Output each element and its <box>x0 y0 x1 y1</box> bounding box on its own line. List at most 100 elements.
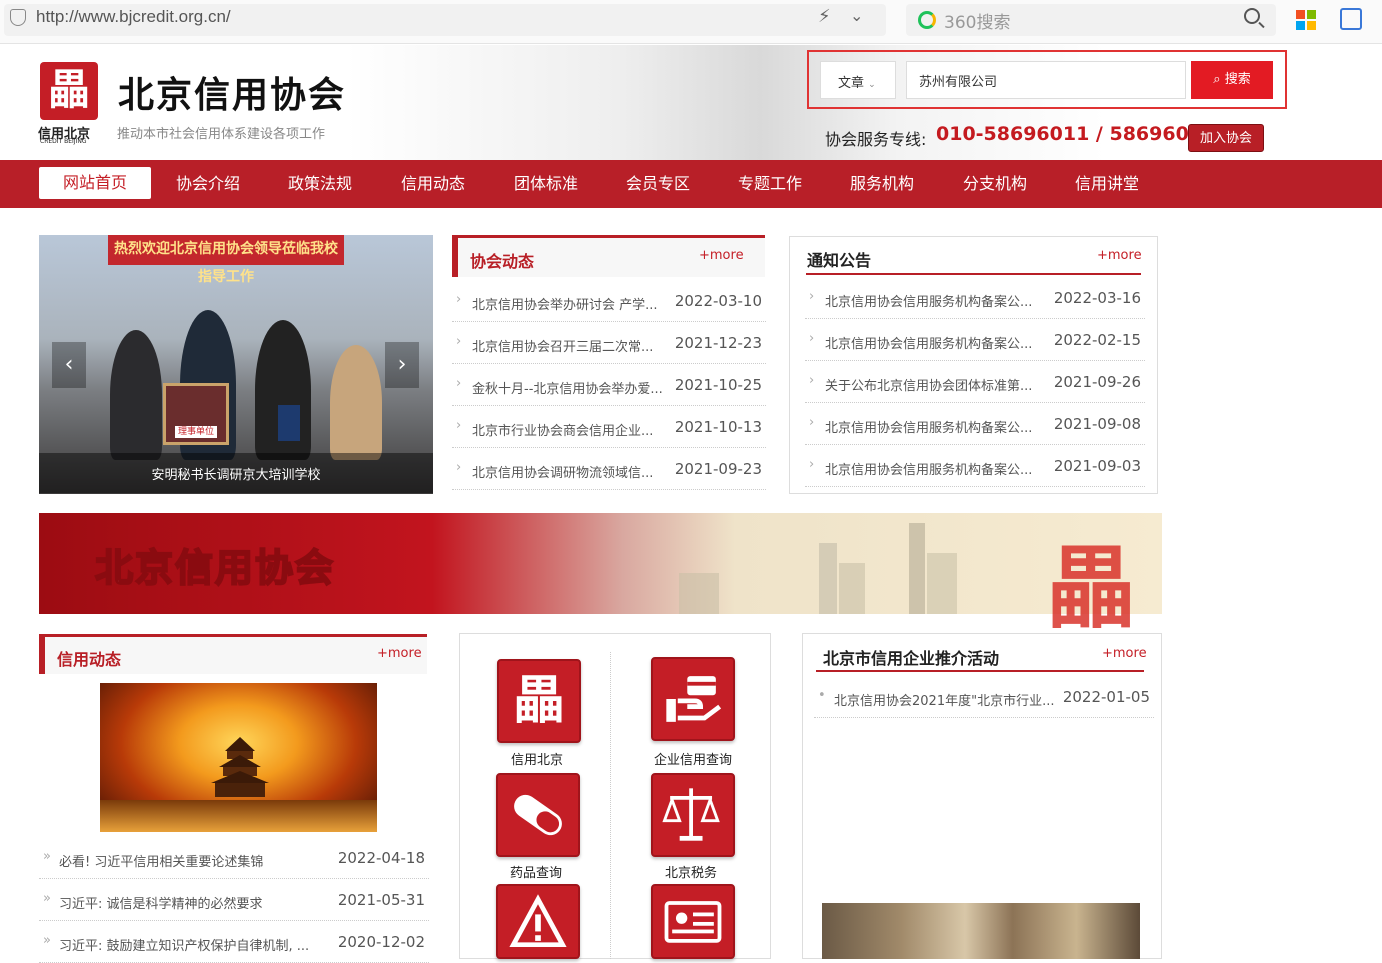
news-title[interactable]: 北京信用协会信用服务机构备案公... <box>825 459 1039 478</box>
news-title[interactable]: 北京信用协会信用服务机构备案公... <box>825 291 1039 310</box>
quick-link-label[interactable]: 企业信用查询 <box>633 749 753 768</box>
shield-icon[interactable] <box>10 9 26 26</box>
notices-title[interactable]: 通知公告 <box>807 247 871 271</box>
search-type-select[interactable]: 文章 ⌄ <box>820 61 896 99</box>
nav-branches[interactable]: 分支机构 <box>939 160 1051 208</box>
id-card-tile[interactable] <box>651 884 735 959</box>
enterprise-credit-tile[interactable] <box>651 657 735 741</box>
chevron-down-icon[interactable]: ⌄ <box>850 6 863 25</box>
credit-beijing-tile[interactable]: 畾 <box>497 659 581 743</box>
news-date: 2021-09-26 <box>1053 373 1141 391</box>
assoc-news-title[interactable]: 协会动态 <box>470 248 534 272</box>
news-row[interactable]: › 北京信用协会信用服务机构备案公... 2022-02-15 <box>805 319 1145 361</box>
logo-icon[interactable]: 畾 <box>40 62 98 120</box>
news-row[interactable]: › 北京信用协会信用服务机构备案公... 2021-09-03 <box>805 445 1145 487</box>
id-card-icon <box>664 901 722 943</box>
browser-search-placeholder[interactable]: 360搜索 <box>944 8 1010 33</box>
chevron-right-icon: • <box>818 688 826 703</box>
news-date: 2021-10-25 <box>674 376 762 394</box>
nav-service[interactable]: 服务机构 <box>826 160 938 208</box>
news-row[interactable]: » 习近平: 诚信是科学精神的必然要求 2021-05-31 <box>39 879 429 921</box>
news-row[interactable]: › 北京信用协会信用服务机构备案公... 2022-03-16 <box>805 277 1145 319</box>
news-title[interactable]: 北京信用协会2021年度"北京市行业... <box>834 690 1056 709</box>
news-date: 2022-02-15 <box>1053 331 1141 349</box>
news-row[interactable]: › 北京信用协会调研物流领域信... 2021-09-23 <box>452 448 766 490</box>
news-date: 2021-05-31 <box>337 891 425 909</box>
news-title[interactable]: 关于公布北京信用协会团体标准第... <box>825 375 1039 394</box>
apps-icon[interactable] <box>1296 10 1316 30</box>
search-icon[interactable] <box>1244 8 1260 24</box>
360-logo-icon <box>918 11 936 29</box>
news-row[interactable]: » 习近平: 鼓励建立知识产权保护自律机制, ... 2020-12-02 <box>39 921 429 963</box>
quick-link-label[interactable]: 北京税务 <box>631 862 751 881</box>
hotline-label: 协会服务专线: <box>825 130 927 149</box>
beijing-tax-tile[interactable] <box>651 773 735 857</box>
notices-list: › 北京信用协会信用服务机构备案公... 2022-03-16 › 北京信用协会信用服务… <box>805 277 1145 487</box>
news-title[interactable]: 北京信用协会调研物流领域信... <box>472 462 668 481</box>
credit-news-more[interactable]: +more <box>377 646 422 661</box>
news-title[interactable]: 北京市行业协会商会信用企业... <box>472 420 668 439</box>
news-title[interactable]: 北京信用协会举办研讨会 产学... <box>472 294 668 313</box>
site-title[interactable]: 北京信用协会 <box>118 66 346 118</box>
nav-about[interactable]: 协会介绍 <box>152 160 264 208</box>
site-search-input[interactable] <box>906 61 1186 99</box>
chevron-right-icon: » <box>43 891 51 906</box>
nav-credit-news[interactable]: 信用动态 <box>377 160 489 208</box>
news-row[interactable]: › 北京信用协会信用服务机构备案公... 2021-09-08 <box>805 403 1145 445</box>
lightning-icon[interactable]: ⚡ <box>818 6 831 27</box>
news-title[interactable]: 北京信用协会召开三届二次常... <box>472 336 668 355</box>
chevron-right-icon: › <box>456 418 462 433</box>
nav-lectures[interactable]: 信用讲堂 <box>1051 160 1163 208</box>
join-button[interactable]: 加入协会 <box>1188 124 1264 152</box>
url-text[interactable]: http://www.bjcredit.org.cn/ <box>36 7 231 27</box>
news-title[interactable]: 习近平: 诚信是科学精神的必然要求 <box>59 893 319 912</box>
credit-news-list: » 必看! 习近平信用相关重要论述集锦 2022-04-18 » 习近平: 诚信是科学精… <box>39 837 429 963</box>
chevron-right-icon: › <box>809 331 815 346</box>
chevron-right-icon: › <box>456 334 462 349</box>
news-row[interactable]: › 北京信用协会举办研讨会 产学... 2022-03-10 <box>452 280 766 322</box>
qr-code-icon[interactable] <box>1340 8 1362 30</box>
news-title[interactable]: 北京信用协会信用服务机构备案公... <box>825 417 1039 436</box>
news-row[interactable]: » 必看! 习近平信用相关重要论述集锦 2022-04-18 <box>39 837 429 879</box>
nav-standards[interactable]: 团体标准 <box>490 160 602 208</box>
quick-link-label[interactable]: 信用北京 <box>477 749 597 768</box>
building-image[interactable] <box>822 903 1140 959</box>
assoc-news-more[interactable]: +more <box>699 248 744 263</box>
news-date: 2021-09-23 <box>674 460 762 478</box>
drug-query-tile[interactable] <box>496 773 580 857</box>
recommend-underline <box>816 670 1144 672</box>
search-button[interactable]: ⌕ 搜索 <box>1191 61 1273 99</box>
slide-banner: 热烈欢迎北京信用协会领导莅临我校指导工作 <box>108 235 344 285</box>
chevron-right-icon: › <box>456 460 462 475</box>
nav-members[interactable]: 会员专区 <box>602 160 714 208</box>
news-row[interactable]: › 北京信用协会召开三届二次常... 2021-12-23 <box>452 322 766 364</box>
notices-more[interactable]: +more <box>1097 248 1142 263</box>
news-title[interactable]: 必看! 习近平信用相关重要论述集锦 <box>59 851 319 870</box>
news-title[interactable]: 金秋十月--北京信用协会举办爱... <box>472 378 668 397</box>
terrace <box>100 800 377 832</box>
quick-link-label[interactable]: 药品查询 <box>476 862 596 881</box>
warning-tile[interactable] <box>496 884 580 959</box>
news-date: 2022-01-05 <box>1062 688 1150 706</box>
nav-home[interactable]: 网站首页 <box>39 167 151 199</box>
slide-prev-button[interactable]: ‹ <box>52 342 86 388</box>
temple-silhouette <box>211 737 269 797</box>
credit-news-title[interactable]: 信用动态 <box>57 646 121 670</box>
news-row[interactable]: › 北京市行业协会商会信用企业... 2021-10-13 <box>452 406 766 448</box>
banner-title: 北京信用协会 <box>94 545 336 591</box>
person-figure <box>330 345 382 460</box>
recommend-more[interactable]: +more <box>1102 646 1147 661</box>
news-row[interactable]: • 北京信用协会2021年度"北京市行业... 2022-01-05 <box>814 676 1154 718</box>
nav-special[interactable]: 专题工作 <box>714 160 826 208</box>
news-date: 2022-03-10 <box>674 292 762 310</box>
news-row[interactable]: › 关于公布北京信用协会团体标准第... 2021-09-26 <box>805 361 1145 403</box>
slide-next-button[interactable]: › <box>385 342 419 388</box>
search-icon: ⌕ <box>1213 72 1225 87</box>
news-title[interactable]: 习近平: 鼓励建立知识产权保护自律机制, ... <box>59 935 319 954</box>
slide-caption[interactable]: 安明秘书长调研京大培训学校 <box>39 464 433 483</box>
news-row[interactable]: › 金秋十月--北京信用协会举办爱... 2021-10-25 <box>452 364 766 406</box>
news-title[interactable]: 北京信用协会信用服务机构备案公... <box>825 333 1039 352</box>
divider <box>610 652 611 959</box>
nav-policy[interactable]: 政策法规 <box>264 160 376 208</box>
recommend-title[interactable]: 北京市信用企业推介活动 <box>823 645 999 669</box>
